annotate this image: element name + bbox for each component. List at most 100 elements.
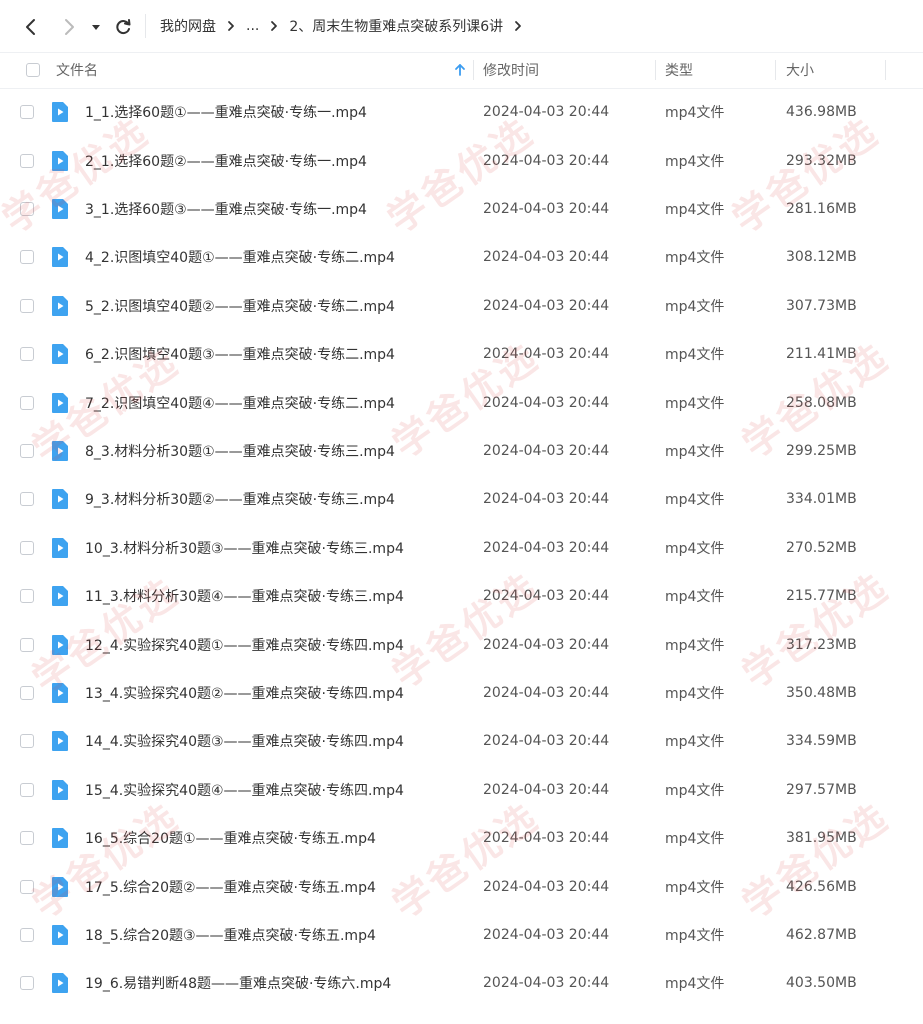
table-row[interactable]: 7_2.识图填空40题④——重难点突破·专练二.mp4 2024-04-03 20…: [0, 378, 923, 426]
video-file-icon: [50, 185, 70, 233]
chevron-right-icon[interactable]: [513, 20, 523, 32]
file-name[interactable]: 7_2.识图填空40题④——重难点突破·专练二.mp4: [85, 378, 395, 426]
table-row[interactable]: 16_5.综合20题①——重难点突破·专练五.mp4 2024-04-03 20:…: [0, 814, 923, 862]
file-name[interactable]: 5_2.识图填空40题②——重难点突破·专练二.mp4: [85, 282, 395, 330]
table-row[interactable]: 12_4.实验探究40题①——重难点突破·专练四.mp4 2024-04-03 2…: [0, 620, 923, 668]
file-modified: 2024-04-03 20:44: [483, 346, 610, 363]
file-type: mp4文件: [665, 201, 725, 218]
column-divider[interactable]: [655, 60, 656, 80]
video-file-icon: [50, 911, 70, 959]
row-checkbox[interactable]: [20, 685, 34, 700]
row-checkbox-cell: [20, 669, 34, 717]
file-type: mp4文件: [665, 927, 725, 944]
file-name[interactable]: 17_5.综合20题②——重难点突破·专练五.mp4: [85, 862, 376, 910]
row-checkbox[interactable]: [20, 347, 34, 362]
row-checkbox[interactable]: [20, 976, 34, 991]
table-row[interactable]: 3_1.选择60题③——重难点突破·专练一.mp4 2024-04-03 20:4…: [0, 185, 923, 233]
table-row[interactable]: 15_4.实验探究40题④——重难点突破·专练四.mp4 2024-04-03 2…: [0, 766, 923, 814]
row-checkbox[interactable]: [20, 831, 34, 846]
forward-arrow-icon[interactable]: [58, 16, 80, 38]
column-header-name[interactable]: 文件名: [56, 52, 98, 88]
refresh-icon[interactable]: [112, 16, 134, 38]
row-checkbox-cell: [20, 717, 34, 765]
video-file-icon: [50, 959, 70, 1007]
table-row[interactable]: 6_2.识图填空40题③——重难点突破·专练二.mp4 2024-04-03 20…: [0, 330, 923, 378]
file-type: mp4文件: [665, 298, 725, 315]
file-name[interactable]: 10_3.材料分析30题③——重难点突破·专练三.mp4: [85, 524, 404, 572]
file-name[interactable]: 1_1.选择60题①——重难点突破·专练一.mp4: [85, 88, 367, 136]
column-header-type[interactable]: 类型: [665, 52, 693, 88]
row-checkbox[interactable]: [20, 250, 34, 265]
column-divider[interactable]: [885, 60, 886, 80]
row-checkbox[interactable]: [20, 492, 34, 507]
column-divider[interactable]: [775, 60, 776, 80]
row-checkbox[interactable]: [20, 201, 34, 216]
row-checkbox[interactable]: [20, 298, 34, 313]
breadcrumb-item-current[interactable]: 2、周末生物重难点突破系列课6讲: [289, 16, 503, 36]
row-checkbox[interactable]: [20, 637, 34, 652]
file-name[interactable]: 6_2.识图填空40题③——重难点突破·专练二.mp4: [85, 330, 395, 378]
table-row[interactable]: 9_3.材料分析30题②——重难点突破·专练三.mp4 2024-04-03 20…: [0, 475, 923, 523]
video-file-icon: [50, 427, 70, 475]
column-header-modified[interactable]: 修改时间: [483, 52, 539, 88]
file-name[interactable]: 18_5.综合20题③——重难点突破·专练五.mp4: [85, 911, 376, 959]
file-name[interactable]: 14_4.实验探究40题③——重难点突破·专练四.mp4: [85, 717, 404, 765]
row-checkbox[interactable]: [20, 879, 34, 894]
toolbar-divider: [145, 14, 146, 38]
history-dropdown-icon[interactable]: [89, 19, 103, 35]
table-row[interactable]: 17_5.综合20题②——重难点突破·专练五.mp4 2024-04-03 20:…: [0, 862, 923, 910]
row-checkbox[interactable]: [20, 443, 34, 458]
row-checkbox[interactable]: [20, 782, 34, 797]
file-modified: 2024-04-03 20:44: [483, 733, 610, 750]
table-row[interactable]: 18_5.综合20题③——重难点突破·专练五.mp4 2024-04-03 20:…: [0, 911, 923, 959]
row-checkbox-cell: [20, 814, 34, 862]
file-size: 258.08MB: [786, 394, 857, 411]
row-checkbox-cell: [20, 88, 34, 136]
row-checkbox[interactable]: [20, 734, 34, 749]
table-row[interactable]: 13_4.实验探究40题②——重难点突破·专练四.mp4 2024-04-03 2…: [0, 669, 923, 717]
table-row[interactable]: 19_6.易错判断48题——重难点突破·专练六.mp4 2024-04-03 20…: [0, 959, 923, 1007]
file-name[interactable]: 19_6.易错判断48题——重难点突破·专练六.mp4: [85, 959, 391, 1007]
breadcrumb-item-ellipsis[interactable]: ...: [246, 18, 259, 34]
file-name[interactable]: 12_4.实验探究40题①——重难点突破·专练四.mp4: [85, 620, 404, 668]
row-checkbox[interactable]: [20, 927, 34, 942]
file-name[interactable]: 2_1.选择60题②——重难点突破·专练一.mp4: [85, 136, 367, 184]
file-type: mp4文件: [665, 589, 725, 606]
breadcrumb-item-root[interactable]: 我的网盘: [160, 16, 216, 36]
file-type: mp4文件: [665, 637, 725, 654]
row-checkbox-cell: [20, 282, 34, 330]
file-name[interactable]: 16_5.综合20题①——重难点突破·专练五.mp4: [85, 814, 376, 862]
row-checkbox[interactable]: [20, 589, 34, 604]
table-row[interactable]: 8_3.材料分析30题①——重难点突破·专练三.mp4 2024-04-03 20…: [0, 427, 923, 475]
sort-ascending-icon[interactable]: [454, 52, 466, 88]
file-name[interactable]: 3_1.选择60题③——重难点突破·专练一.mp4: [85, 185, 367, 233]
breadcrumb: 我的网盘 ... 2、周末生物重难点突破系列课6讲: [160, 0, 533, 52]
table-row[interactable]: 5_2.识图填空40题②——重难点突破·专练二.mp4 2024-04-03 20…: [0, 282, 923, 330]
video-file-icon: [50, 475, 70, 523]
table-row[interactable]: 14_4.实验探究40题③——重难点突破·专练四.mp4 2024-04-03 2…: [0, 717, 923, 765]
file-name[interactable]: 8_3.材料分析30题①——重难点突破·专练三.mp4: [85, 427, 395, 475]
chevron-right-icon: [269, 20, 279, 32]
table-row[interactable]: 10_3.材料分析30题③——重难点突破·专练三.mp4 2024-04-03 2…: [0, 524, 923, 572]
back-arrow-icon[interactable]: [20, 16, 42, 38]
table-row[interactable]: 2_1.选择60题②——重难点突破·专练一.mp4 2024-04-03 20:4…: [0, 136, 923, 184]
row-checkbox[interactable]: [20, 395, 34, 410]
file-type: mp4文件: [665, 443, 725, 460]
file-name[interactable]: 15_4.实验探究40题④——重难点突破·专练四.mp4: [85, 766, 404, 814]
file-name[interactable]: 4_2.识图填空40题①——重难点突破·专练二.mp4: [85, 233, 395, 281]
file-name[interactable]: 13_4.实验探究40题②——重难点突破·专练四.mp4: [85, 669, 404, 717]
select-all-checkbox[interactable]: [26, 63, 40, 77]
video-file-icon: [50, 330, 70, 378]
file-name[interactable]: 9_3.材料分析30题②——重难点突破·专练三.mp4: [85, 475, 395, 523]
file-name[interactable]: 11_3.材料分析30题④——重难点突破·专练三.mp4: [85, 572, 404, 620]
column-divider[interactable]: [473, 60, 474, 80]
table-row[interactable]: 11_3.材料分析30题④——重难点突破·专练三.mp4 2024-04-03 2…: [0, 572, 923, 620]
toolbar: 我的网盘 ... 2、周末生物重难点突破系列课6讲: [0, 0, 923, 53]
row-checkbox[interactable]: [20, 540, 34, 555]
row-checkbox[interactable]: [20, 105, 34, 120]
column-header-size[interactable]: 大小: [786, 52, 814, 88]
table-row[interactable]: 4_2.识图填空40题①——重难点突破·专练二.mp4 2024-04-03 20…: [0, 233, 923, 281]
table-row[interactable]: 1_1.选择60题①——重难点突破·专练一.mp4 2024-04-03 20:4…: [0, 88, 923, 136]
file-size: 270.52MB: [786, 539, 857, 556]
row-checkbox[interactable]: [20, 153, 34, 168]
